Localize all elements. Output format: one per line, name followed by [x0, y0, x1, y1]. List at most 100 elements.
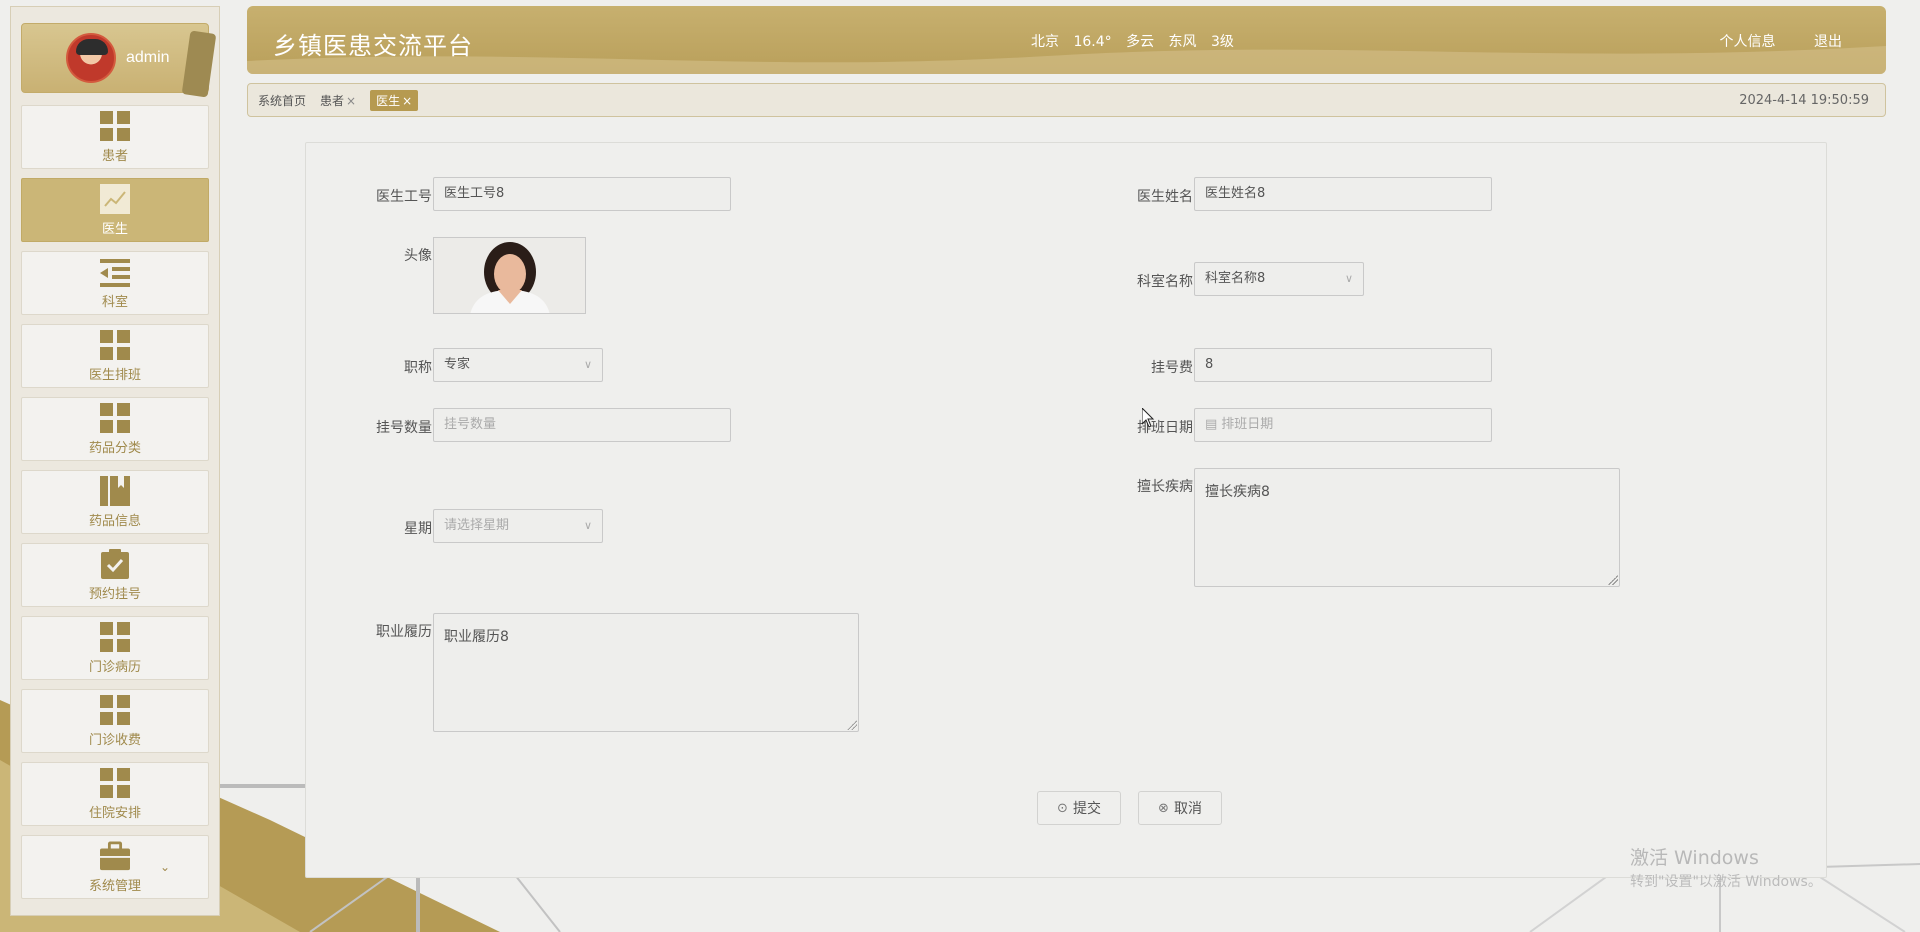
grid-icon [100, 621, 130, 652]
cancel-button-label: 取消 [1173, 801, 1202, 817]
sidebar-item-doctors[interactable]: 医生 [21, 178, 209, 242]
close-icon[interactable]: × [346, 94, 356, 108]
sidebar-item-drug-category[interactable]: 药品分类 [21, 397, 209, 461]
sidebar-item-label: 医生 [101, 221, 128, 237]
close-circle-icon: ⊗ [1158, 800, 1169, 816]
sidebar-item-label: 预约挂号 [88, 586, 141, 602]
quota-label: 挂号数量 [376, 420, 432, 436]
sidebar-item-label: 科室 [101, 294, 128, 310]
department-select[interactable]: 科室名称8 ∨ [1194, 262, 1364, 296]
grid-icon [100, 402, 130, 433]
chevron-down-icon[interactable]: ⌄ [160, 860, 170, 874]
doctor-id-input[interactable]: 医生工号8 [433, 177, 731, 211]
weather-condition: 多云 [1126, 34, 1155, 50]
doctor-form: 医生工号 医生工号8 医生姓名 医生姓名8 头像 科室名称 科室名称8 ∨ 职称… [305, 142, 1827, 878]
job-title-select[interactable]: 专家 ∨ [433, 348, 603, 382]
sidebar-item-label: 医生排班 [88, 367, 141, 383]
resize-handle[interactable] [847, 720, 857, 730]
check-circle-icon: ⊙ [1057, 800, 1068, 816]
header-links: 个人信息 退出 [1686, 31, 1842, 51]
schedule-date-picker[interactable]: ▤ 排班日期 [1194, 408, 1492, 442]
department-select-value: 科室名称8 [1205, 271, 1266, 286]
profile-link[interactable]: 个人信息 [1720, 34, 1776, 50]
doctor-photo [434, 238, 585, 313]
mouse-cursor-icon [1142, 408, 1155, 428]
logout-link[interactable]: 退出 [1814, 34, 1842, 50]
grid-icon [100, 110, 130, 141]
sidebar-item-patients[interactable]: 患者 [21, 105, 209, 169]
grid-icon [100, 329, 130, 360]
job-title-label: 职称 [404, 360, 432, 376]
windows-activation-title: 激活 Windows [1630, 847, 1759, 869]
current-datetime: 2024-4-14 19:50:59 [1739, 93, 1869, 108]
submit-button[interactable]: ⊙ 提交 [1037, 791, 1121, 825]
user-card[interactable]: admin [21, 23, 217, 98]
tab-patients[interactable]: 患者 × [320, 92, 356, 109]
resume-value: 职业履历8 [444, 629, 509, 645]
department-label: 科室名称 [1137, 274, 1193, 290]
sidebar-item-label: 药品分类 [88, 440, 141, 456]
tab-doctors[interactable]: 医生 × [370, 89, 419, 111]
sidebar-item-label: 系统管理 [88, 878, 141, 894]
book-icon [100, 475, 130, 506]
user-card-decoration [181, 30, 217, 98]
tab-label: 医生 [376, 93, 401, 108]
sidebar: admin 患者 医生 科室 医生排班 药品分类 药品信息 预约挂号 门诊病历 … [10, 6, 220, 916]
briefcase-icon [100, 840, 130, 871]
doctor-avatar-upload[interactable] [433, 237, 586, 314]
job-title-select-value: 专家 [444, 357, 471, 372]
fee-input[interactable]: 8 [1194, 348, 1492, 382]
resize-handle[interactable] [1608, 575, 1618, 585]
sidebar-item-appointments[interactable]: 预约挂号 [21, 543, 209, 607]
calendar-icon: ▤ [1205, 417, 1218, 432]
weather-temp: 16.4° [1073, 34, 1112, 50]
sidebar-item-departments[interactable]: 科室 [21, 251, 209, 315]
sidebar-item-label: 药品信息 [88, 513, 141, 529]
tab-label: 系统首页 [258, 93, 307, 108]
sidebar-item-label: 门诊收费 [88, 732, 141, 748]
chevron-down-icon: ∨ [583, 358, 592, 371]
sidebar-item-outpatient-records[interactable]: 门诊病历 [21, 616, 209, 680]
list-indent-icon [100, 257, 130, 287]
weekday-placeholder: 请选择星期 [444, 518, 510, 533]
weekday-label: 星期 [404, 521, 432, 537]
weekday-select[interactable]: 请选择星期 ∨ [433, 509, 603, 543]
user-name: admin [126, 49, 170, 66]
avatar[interactable] [66, 33, 116, 83]
close-icon[interactable]: × [402, 94, 412, 108]
sidebar-item-inpatient[interactable]: 住院安排 [21, 762, 209, 826]
submit-button-label: 提交 [1072, 801, 1101, 817]
sidebar-item-label: 住院安排 [88, 805, 141, 821]
fee-label: 挂号费 [1151, 360, 1193, 376]
doctor-name-input[interactable]: 医生姓名8 [1194, 177, 1492, 211]
quota-input[interactable]: 挂号数量 [433, 408, 731, 442]
chevron-down-icon: ∨ [1344, 272, 1353, 285]
sidebar-item-system-management[interactable]: 系统管理 ⌄ [21, 835, 209, 899]
schedule-date-placeholder: 排班日期 [1221, 417, 1274, 432]
specialty-value: 擅长疾病8 [1205, 484, 1270, 500]
chevron-down-icon: ∨ [583, 519, 592, 532]
windows-activation-hint: 转到"设置"以激活 Windows。 [1630, 874, 1822, 890]
top-header: 乡镇医患交流平台 北京 16.4° 多云 东风 3级 个人信息 退出 [247, 6, 1886, 74]
cancel-button[interactable]: ⊗ 取消 [1138, 791, 1222, 825]
doctor-name-label: 医生姓名 [1137, 189, 1193, 205]
weather-wind: 东风 [1168, 34, 1197, 50]
avatar-label: 头像 [404, 248, 432, 264]
tab-label: 患者 [320, 93, 345, 108]
tab-home[interactable]: 系统首页 [258, 92, 306, 109]
sidebar-item-doctor-schedule[interactable]: 医生排班 [21, 324, 209, 388]
sidebar-item-drug-info[interactable]: 药品信息 [21, 470, 209, 534]
sidebar-item-outpatient-fees[interactable]: 门诊收费 [21, 689, 209, 753]
sidebar-item-label: 门诊病历 [88, 659, 141, 675]
weather-city: 北京 [1031, 34, 1059, 50]
resume-label: 职业履历 [376, 624, 432, 640]
sidebar-menu: 患者 医生 科室 医生排班 药品分类 药品信息 预约挂号 门诊病历 门诊收费 住… [21, 105, 209, 899]
weather-info: 北京 16.4° 多云 东风 3级 [1031, 31, 1240, 51]
specialty-textarea[interactable]: 擅长疾病8 [1194, 468, 1620, 587]
chart-line-icon [100, 183, 130, 214]
weather-level: 3级 [1210, 34, 1234, 50]
grid-icon [100, 694, 130, 725]
clipboard-check-icon [100, 548, 130, 579]
resume-textarea[interactable]: 职业履历8 [433, 613, 859, 732]
specialty-label: 擅长疾病 [1137, 479, 1193, 495]
